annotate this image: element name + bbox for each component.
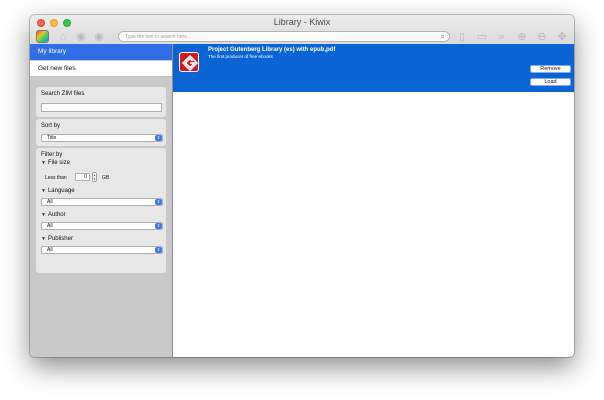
kiwix-app-icon[interactable] xyxy=(36,30,49,43)
book-description: The first producer of free ebooks xyxy=(208,54,274,59)
window-title: Library - Kiwix xyxy=(273,17,331,27)
publisher-value: All xyxy=(47,247,53,253)
file-size-stepper[interactable]: ▲ ▼ xyxy=(92,172,97,182)
gutenberg-logo-icon xyxy=(179,52,199,72)
updown-arrow-icon: ⇕ xyxy=(155,247,162,253)
remove-button[interactable]: Remove xyxy=(530,65,571,73)
sort-by-label: Sort by xyxy=(41,123,61,129)
publisher-select[interactable]: All ⇕ xyxy=(41,246,163,254)
kiwix-window: Library - Kiwix ⌂ ◉ ◉ ⌕ ▯ ▭ ⌕ ⊕ ⊖ ✥ My l… xyxy=(30,15,574,357)
sidebar: My library Get new files Search ZIM file… xyxy=(30,44,173,357)
load-button[interactable]: Load xyxy=(530,78,571,86)
forward-icon[interactable]: ◉ xyxy=(93,31,105,43)
search-zim-label: Search ZIM files xyxy=(41,91,85,97)
bookmark-icon[interactable]: ▯ xyxy=(456,31,468,43)
find-icon[interactable]: ⌕ xyxy=(496,31,508,43)
screen: Library - Kiwix ⌂ ◉ ◉ ⌕ ▯ ▭ ⌕ ⊕ ⊖ ✥ My l… xyxy=(0,0,604,400)
sort-by-value: Title xyxy=(47,135,57,141)
sort-by-panel: Sort by Title ⇕ xyxy=(36,119,166,146)
filter-by-label: Filter by xyxy=(41,152,63,158)
filter-by-panel: Filter by ▼ File size Less than 0 ▲ ▼ GB ▼… xyxy=(36,148,166,273)
zoom-out-icon[interactable]: ⊖ xyxy=(536,31,548,43)
home-icon[interactable]: ⌂ xyxy=(57,31,69,43)
book-title: Project Gutenberg Library (es) with epub… xyxy=(208,47,336,53)
author-select[interactable]: All ⇕ xyxy=(41,222,163,230)
gutenberg-logo-graphic xyxy=(181,54,199,72)
language-select[interactable]: All ⇕ xyxy=(41,198,163,206)
book-row[interactable]: Project Gutenberg Library (es) with epub… xyxy=(173,44,574,92)
file-size-field[interactable]: 0 xyxy=(75,173,90,181)
disclosure-triangle-icon: ▼ xyxy=(41,212,46,218)
updown-arrow-icon: ⇕ xyxy=(155,135,162,141)
sidebar-item-get-new-files[interactable]: Get new files xyxy=(30,61,172,77)
language-label: Language xyxy=(47,188,75,194)
magnifier-icon[interactable]: ⌕ xyxy=(441,32,445,41)
search-input[interactable] xyxy=(125,32,431,41)
language-header[interactable]: ▼ Language xyxy=(41,188,75,194)
search-zim-panel: Search ZIM files xyxy=(36,87,166,120)
sidebar-item-my-library[interactable]: My library xyxy=(30,44,172,60)
search-zim-field xyxy=(41,103,162,120)
file-size-unit: GB xyxy=(102,175,110,181)
sort-by-select[interactable]: Title ⇕ xyxy=(41,134,163,142)
author-label: Author xyxy=(47,212,66,218)
author-value: All xyxy=(47,223,53,229)
library-content: Project Gutenberg Library (es) with epub… xyxy=(173,44,574,357)
disclosure-triangle-icon: ▼ xyxy=(41,188,46,194)
search-bar: ⌕ xyxy=(118,31,450,42)
author-header[interactable]: ▼ Author xyxy=(41,212,66,218)
print-icon[interactable]: ▭ xyxy=(476,31,488,43)
disclosure-triangle-icon: ▼ xyxy=(41,236,46,242)
updown-arrow-icon: ⇕ xyxy=(155,199,162,205)
less-than-label: Less than xyxy=(45,175,67,181)
zoom-in-icon[interactable]: ⊕ xyxy=(516,31,528,43)
updown-arrow-icon: ⇕ xyxy=(155,223,162,229)
fullscreen-icon[interactable]: ✥ xyxy=(556,31,568,43)
publisher-label: Publisher xyxy=(47,236,73,242)
file-size-label: File size xyxy=(47,160,70,166)
back-icon[interactable]: ◉ xyxy=(75,31,87,43)
disclosure-triangle-icon: ▼ xyxy=(41,160,46,166)
publisher-header[interactable]: ▼ Publisher xyxy=(41,236,73,242)
language-value: All xyxy=(47,199,53,205)
file-size-header[interactable]: ▼ File size xyxy=(41,160,70,166)
